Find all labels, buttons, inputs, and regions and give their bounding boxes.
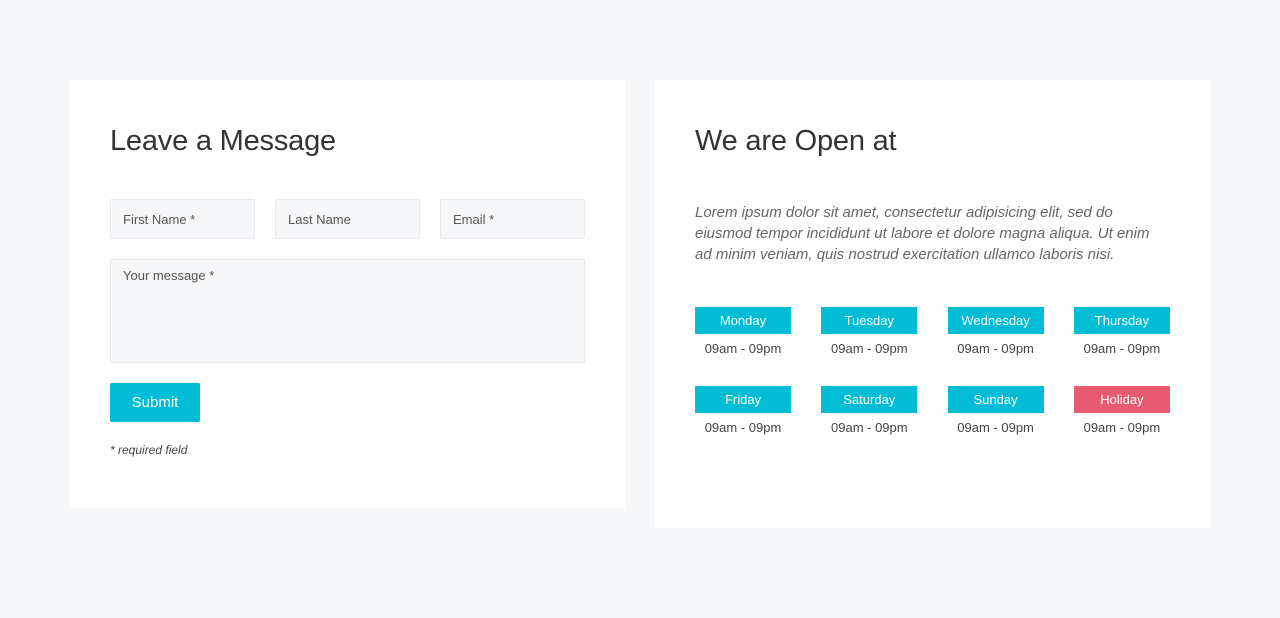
message-form-title: Leave a Message	[110, 125, 336, 157]
opening-hours-title: We are Open at	[695, 125, 897, 157]
last-name-input[interactable]	[275, 199, 420, 239]
message-card: Leave a Message Submit * required field	[70, 80, 625, 508]
day-time: 09am - 09pm	[704, 341, 782, 356]
day-badge: Saturday	[821, 386, 918, 413]
day-badge: Wednesday	[947, 307, 1044, 334]
day-badge: Thursday	[1073, 307, 1170, 334]
hours-item-friday: Friday 09am - 09pm	[695, 386, 791, 435]
hours-item-tuesday: Tuesday 09am - 09pm	[821, 307, 918, 356]
name-email-row	[110, 199, 585, 239]
opening-hours-intro: Lorem ipsum dolor sit amet, consectetur …	[695, 204, 1150, 263]
hours-item-sunday: Sunday 09am - 09pm	[947, 386, 1044, 435]
day-badge: Sunday	[947, 386, 1044, 413]
message-textarea[interactable]	[110, 259, 585, 363]
day-time: 09am - 09pm	[957, 420, 1034, 435]
hours-item-monday: Monday 09am - 09pm	[695, 307, 791, 356]
hours-item-thursday: Thursday 09am - 09pm	[1073, 307, 1170, 356]
day-badge: Tuesday	[821, 307, 918, 334]
hours-item-saturday: Saturday 09am - 09pm	[821, 386, 918, 435]
hours-grid: Monday 09am - 09pm Tuesday 09am - 09pm W…	[695, 307, 1170, 435]
opening-hours-card: We are Open at Lorem ipsum dolor sit ame…	[655, 80, 1210, 528]
day-time: 09am - 09pm	[1083, 341, 1161, 356]
day-badge: Monday	[695, 307, 791, 334]
day-time: 09am - 09pm	[831, 420, 908, 435]
day-time: 09am - 09pm	[1083, 420, 1161, 435]
hours-item-holiday: Holiday 09am - 09pm	[1073, 386, 1170, 435]
first-name-input[interactable]	[110, 199, 255, 239]
hours-item-wednesday: Wednesday 09am - 09pm	[947, 307, 1044, 356]
submit-button[interactable]: Submit	[110, 383, 200, 422]
day-time: 09am - 09pm	[957, 341, 1034, 356]
required-field-note: * required field	[110, 443, 188, 457]
day-badge: Friday	[695, 386, 791, 413]
day-time: 09am - 09pm	[704, 420, 782, 435]
email-input[interactable]	[440, 199, 585, 239]
holiday-badge: Holiday	[1073, 386, 1170, 413]
day-time: 09am - 09pm	[831, 341, 908, 356]
